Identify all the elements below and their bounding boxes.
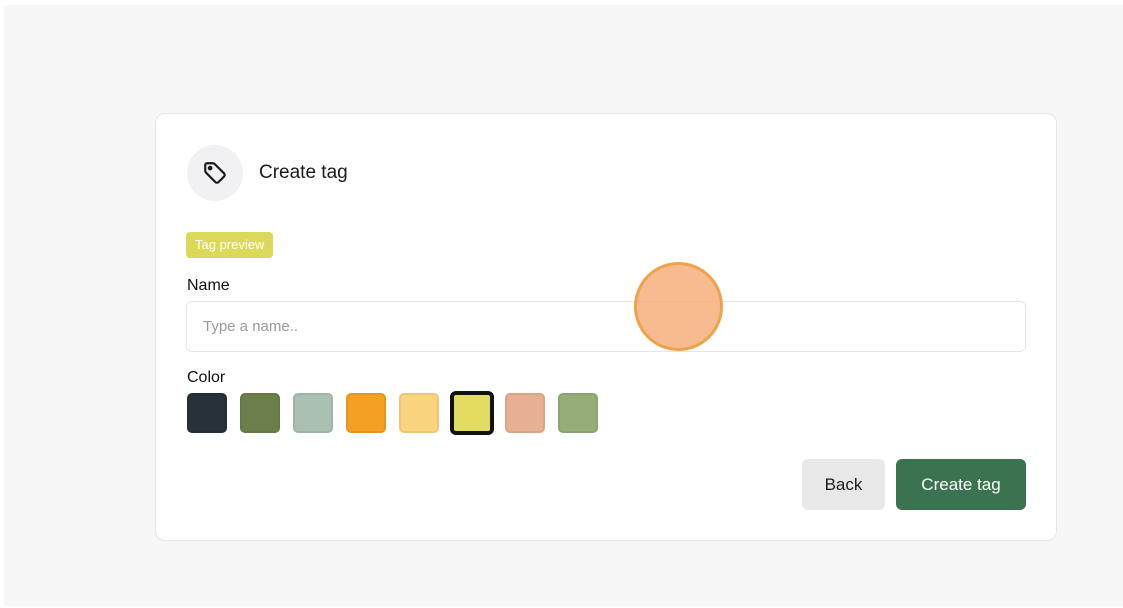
color-swatch-light-amber[interactable] [399, 393, 439, 433]
color-swatch-list [187, 392, 598, 434]
name-label: Name [187, 277, 230, 294]
tag-preview-badge: Tag preview [186, 232, 274, 258]
create-tag-button[interactable]: Create tag [896, 459, 1026, 510]
tag-icon [187, 145, 243, 201]
color-swatch-moss[interactable] [558, 393, 598, 433]
color-swatch-peach[interactable] [505, 393, 545, 433]
back-button[interactable]: Back [802, 459, 885, 510]
name-input[interactable] [186, 301, 1026, 352]
color-swatch-orange[interactable] [346, 393, 386, 433]
page-background: Create tag Tag preview Name Color Back C… [4, 5, 1123, 606]
color-label: Color [187, 369, 226, 386]
color-swatch-sage[interactable] [293, 393, 333, 433]
dialog-title: Create tag [259, 162, 348, 183]
create-tag-dialog: Create tag Tag preview Name Color Back C… [155, 113, 1057, 541]
color-swatch-yellow[interactable] [451, 392, 493, 434]
color-swatch-olive-green[interactable] [240, 393, 280, 433]
color-swatch-dark-slate[interactable] [187, 393, 227, 433]
